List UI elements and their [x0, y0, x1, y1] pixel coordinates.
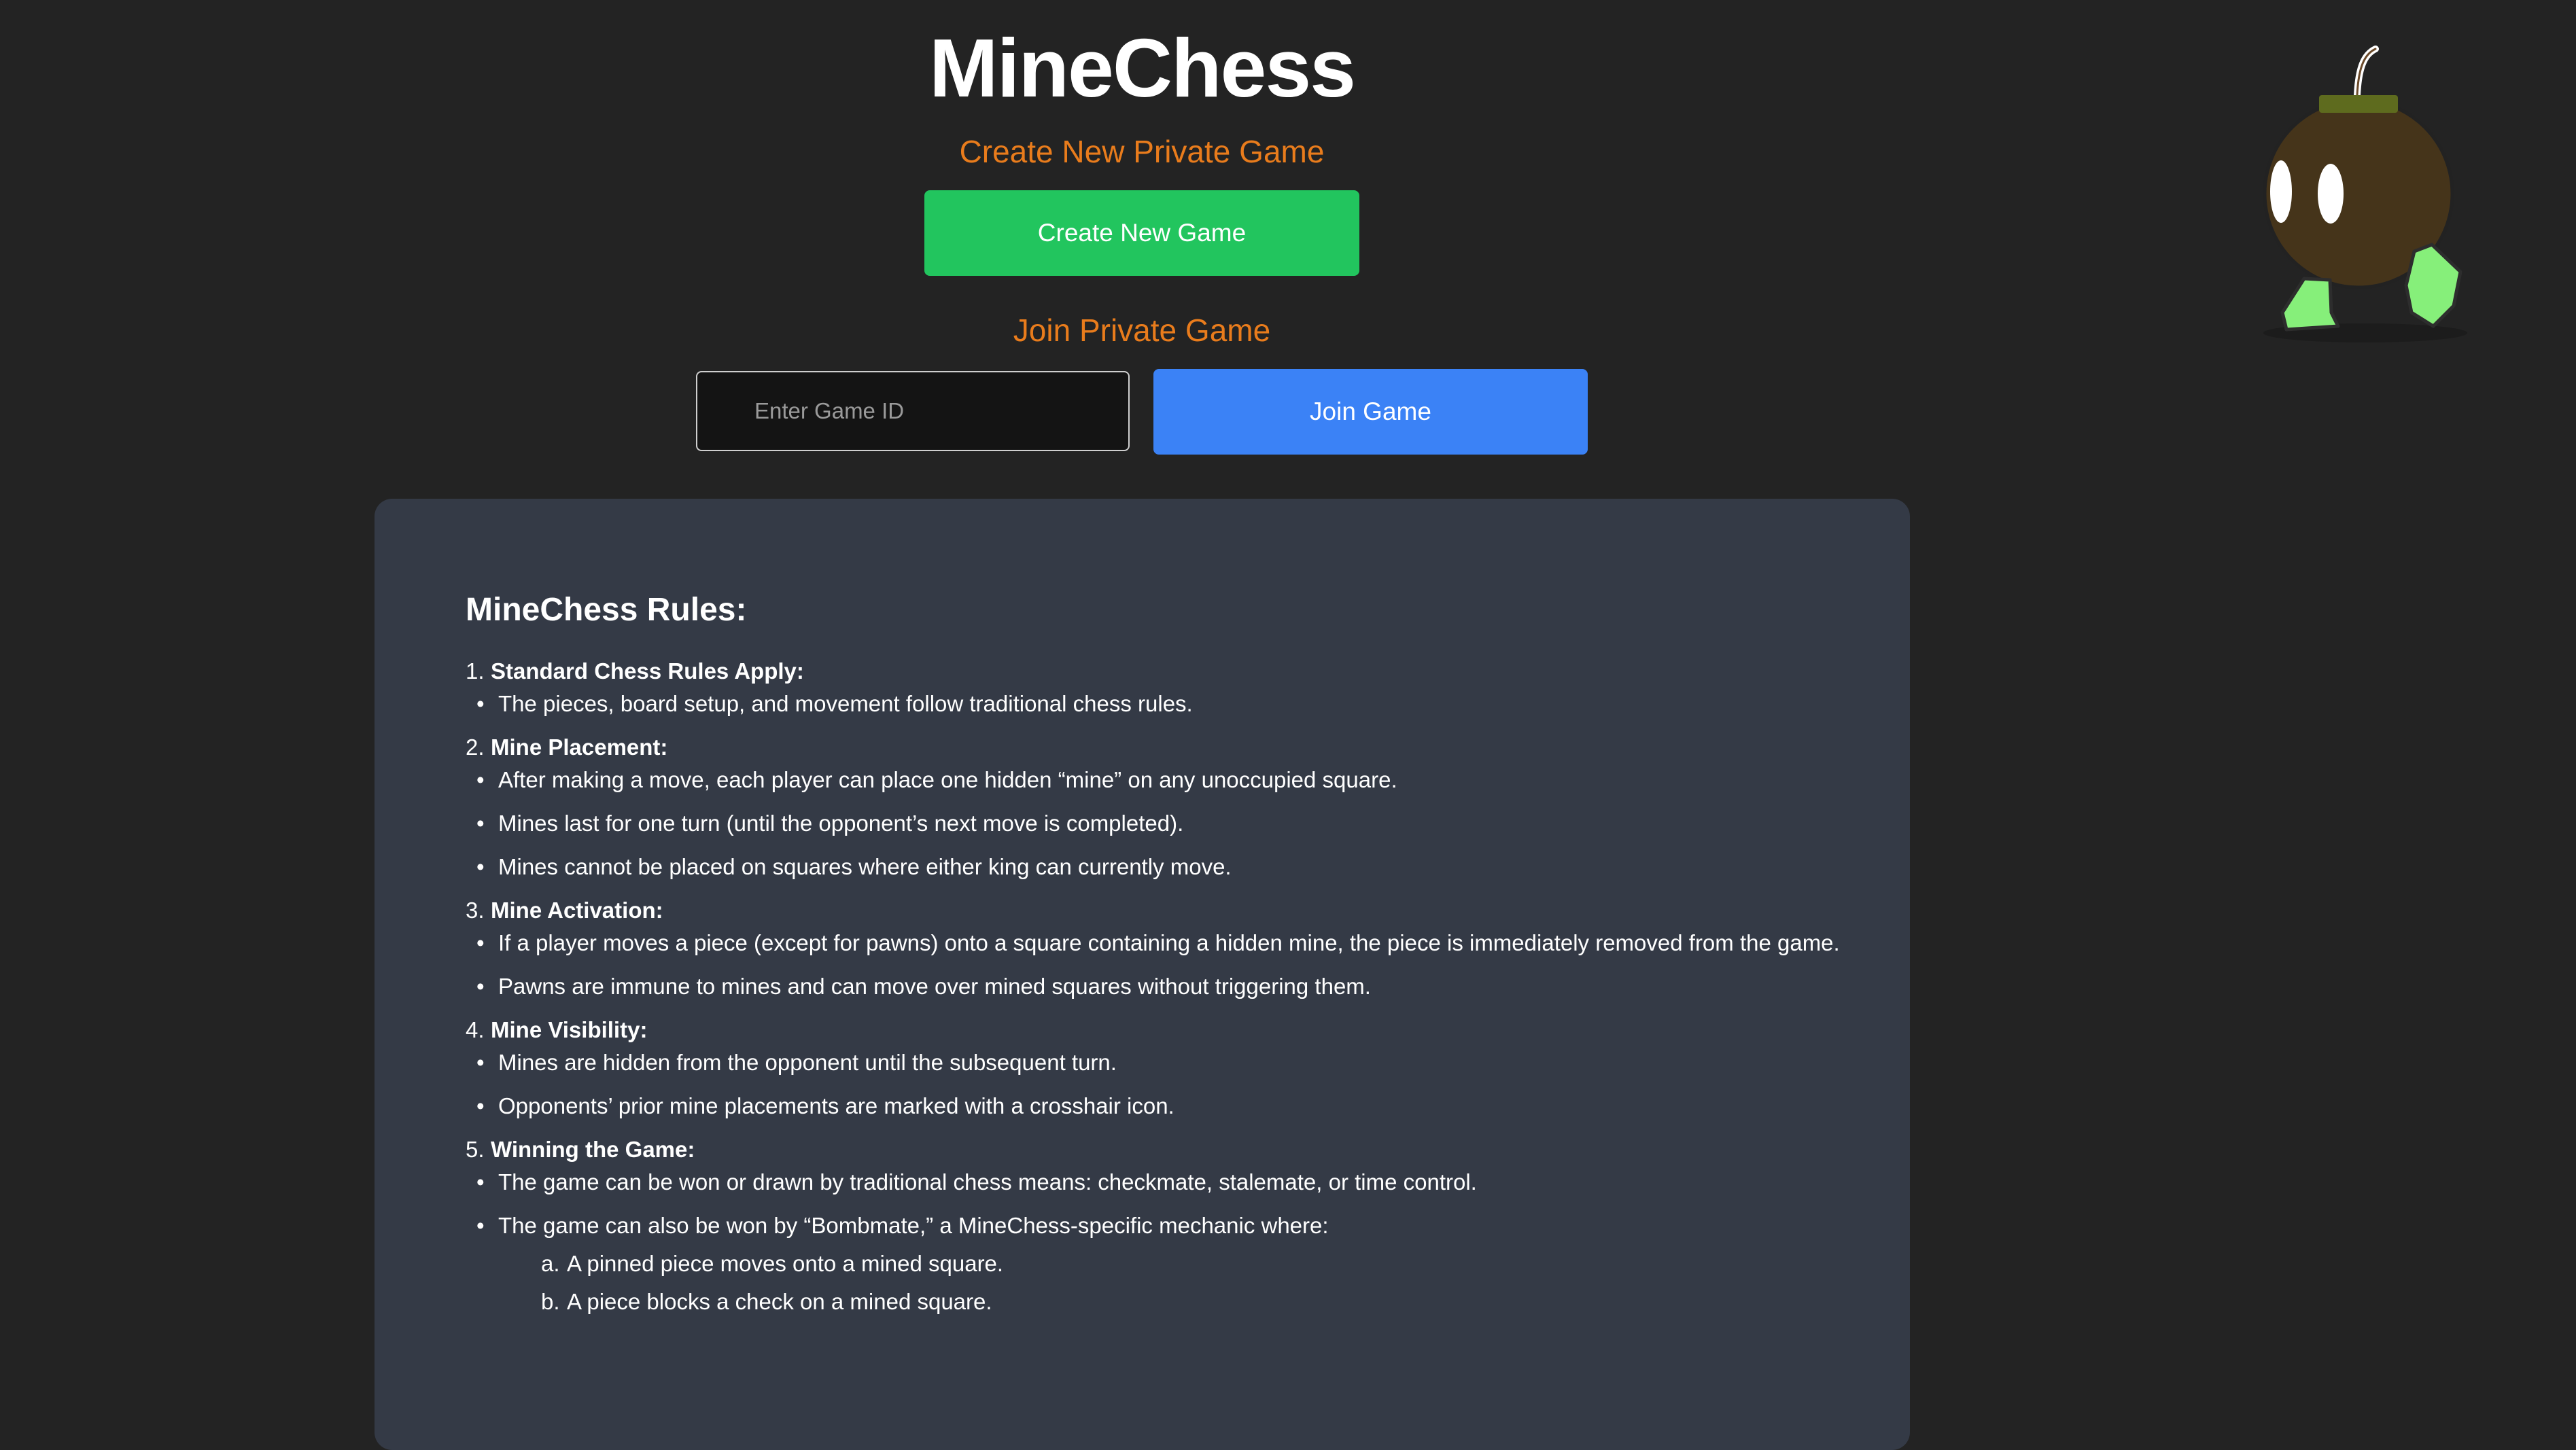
rule-item: 2. Mine Placement: • After making a move, … — [466, 734, 1859, 881]
rule-bullet: • If a player moves a piece (except for p… — [476, 930, 1840, 955]
rule-title: Mine Visibility: — [491, 1017, 648, 1042]
rule-number: 5. — [466, 1137, 485, 1162]
create-game-heading: Create New Private Game — [959, 134, 1325, 169]
rules-list: 1. Standard Chess Rules Apply: • The piece… — [466, 658, 1859, 1332]
rule-bullet: • The game can also be won by “Bombmate,”… — [476, 1213, 1329, 1238]
rule-item: 3. Mine Activation: • If a player moves a … — [466, 897, 1859, 1000]
rule-number: 4. — [466, 1017, 485, 1042]
game-id-input[interactable] — [696, 371, 1130, 451]
rule-title: Mine Placement: — [491, 735, 668, 760]
rule-subitem: b. A piece blocks a check on a mined squa… — [541, 1289, 992, 1314]
join-game-button[interactable]: Join Game — [1153, 369, 1588, 455]
rule-subitem: a. A pinned piece moves onto a mined squa… — [541, 1251, 1004, 1276]
rule-item: 4. Mine Visibility: • Mines are hidden fro… — [466, 1016, 1859, 1120]
rule-bullet: • Mines are hidden from the opponent unti… — [476, 1050, 1117, 1075]
rule-number: 1. — [466, 658, 485, 684]
rule-number: 2. — [466, 735, 485, 760]
bomb-mascot-icon — [2263, 46, 2467, 342]
rule-bullet: • After making a move, each player can pl… — [476, 767, 1397, 792]
rule-title: Winning the Game: — [491, 1137, 695, 1162]
page-title: MineChess — [928, 22, 1356, 114]
rule-number: 3. — [466, 898, 485, 923]
rule-bullet: • Opponents’ prior mine placements are ma… — [476, 1093, 1174, 1118]
rule-bullet: • Pawns are immune to mines and can move … — [476, 974, 1371, 999]
rules-title: MineChess Rules: — [466, 592, 747, 628]
rule-item: 5. Winning the Game: • The game can be won… — [466, 1136, 1859, 1315]
rule-item: 1. Standard Chess Rules Apply: • The piece… — [466, 658, 1859, 718]
rule-bullet: • Mines last for one turn (until the oppo… — [476, 811, 1184, 836]
join-game-heading: Join Private Game — [1013, 313, 1271, 348]
rule-bullet: • The pieces, board setup, and movement f… — [476, 691, 1193, 716]
create-new-game-button[interactable]: Create New Game — [924, 190, 1359, 276]
rule-bullet: • Mines cannot be placed on squares where… — [476, 854, 1232, 879]
rule-title: Standard Chess Rules Apply: — [491, 658, 804, 684]
rule-title: Mine Activation: — [491, 898, 663, 923]
rule-bullet: • The game can be won or drawn by traditi… — [476, 1169, 1477, 1195]
